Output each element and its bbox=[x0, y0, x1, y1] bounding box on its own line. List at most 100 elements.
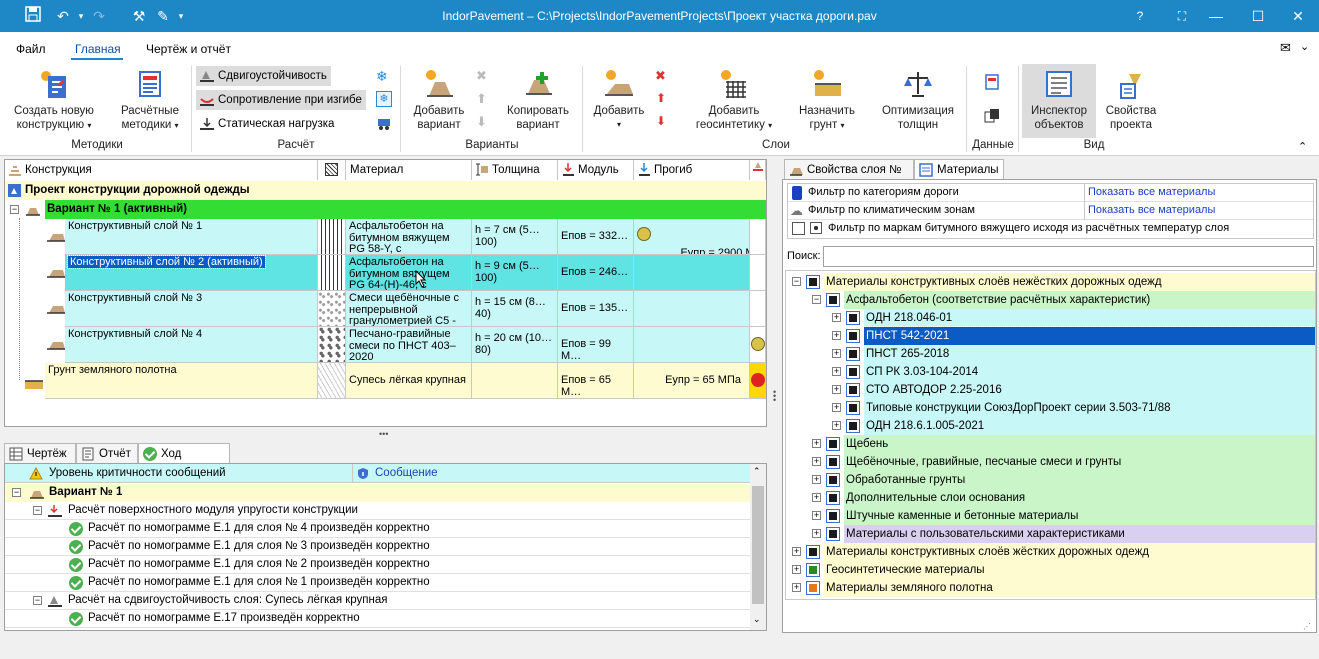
material-category[interactable]: + Обработанные грунты bbox=[786, 471, 1315, 489]
material-category-root[interactable]: + Материалы конструктивных слоёв жёстких… bbox=[786, 543, 1315, 561]
bending-resistance-button[interactable]: Сопротивление при изгибе bbox=[196, 90, 366, 110]
scroll-thumb[interactable] bbox=[752, 486, 764, 604]
delete-layer-icon[interactable]: ✖ bbox=[655, 68, 666, 84]
log-item[interactable]: Расчёт по номограмме Е.1 для слоя № 3 пр… bbox=[5, 538, 750, 556]
scroll-down-icon[interactable]: ⌄ bbox=[753, 614, 761, 625]
filter-road-category[interactable]: Фильтр по категориям дороги Показать все… bbox=[788, 184, 1313, 202]
layer-down-icon[interactable]: ⬇ bbox=[656, 114, 666, 128]
header-material[interactable]: Материал bbox=[346, 160, 472, 180]
show-all-materials-link[interactable]: Показать все материалы bbox=[1088, 204, 1215, 216]
tab-home[interactable]: Главная bbox=[75, 42, 121, 56]
scroll-up-icon[interactable]: ⌃ bbox=[753, 466, 761, 477]
minimize-button[interactable]: — bbox=[1194, 0, 1238, 32]
ribbon-options-icon[interactable]: ⌄ bbox=[1300, 40, 1309, 53]
tab-materials[interactable]: Материалы bbox=[914, 159, 1004, 180]
collapse-ribbon-icon[interactable]: ⌃ bbox=[1298, 140, 1307, 153]
material-category[interactable]: + Щебень bbox=[786, 435, 1315, 453]
collapse-toggle[interactable]: − bbox=[33, 596, 42, 605]
optimize-thickness-button[interactable]: Оптимизация толщин bbox=[874, 68, 962, 132]
expand-toggle[interactable]: + bbox=[792, 583, 801, 592]
material-category[interactable]: + Щебёночные, гравийные, песчаные смеси … bbox=[786, 453, 1315, 471]
layer-row[interactable]: Конструктивный слой № 4 Песчано-гравийны… bbox=[5, 327, 766, 363]
material-category[interactable]: + Материалы с пользовательскими характер… bbox=[786, 525, 1315, 543]
binder-filter-checkbox[interactable] bbox=[792, 222, 805, 235]
material-standard[interactable]: + Типовые конструкции СоюзДорПроект сери… bbox=[786, 399, 1315, 417]
log-item[interactable]: Расчёт по номограмме Е.1 для слоя № 4 пр… bbox=[5, 520, 750, 538]
shear-resistance-button[interactable]: Сдвигоустойчивость bbox=[196, 66, 331, 86]
expand-toggle[interactable]: − bbox=[812, 295, 821, 304]
add-geosynthetic-button[interactable]: Добавить геосинтетику ▾ bbox=[688, 68, 780, 133]
material-standard[interactable]: + ОДН 218.046-01 bbox=[786, 309, 1315, 327]
layer-row[interactable]: Конструктивный слой № 1 Асфальтобетон на… bbox=[5, 219, 766, 255]
log-scrollbar[interactable]: ⌃ ⌄ bbox=[750, 464, 766, 630]
log-item[interactable]: Расчёт по номограмме Е.17 произведён кор… bbox=[5, 610, 750, 628]
material-category[interactable]: + Дополнительные слои основания bbox=[786, 489, 1315, 507]
filter-climate-zone[interactable]: ☁ Фильтр по климатическим зонам Показать… bbox=[788, 202, 1313, 220]
tab-drawing[interactable]: Чертёж bbox=[4, 443, 76, 463]
expand-toggle[interactable]: + bbox=[812, 457, 821, 466]
expand-toggle[interactable]: + bbox=[812, 493, 821, 502]
expand-toggle[interactable]: + bbox=[832, 349, 841, 358]
expand-toggle[interactable]: + bbox=[832, 313, 841, 322]
collapse-toggle[interactable]: − bbox=[12, 488, 21, 497]
expand-toggle[interactable]: + bbox=[832, 331, 841, 340]
expand-toggle[interactable]: + bbox=[792, 547, 801, 556]
resize-grip[interactable]: ⋰ bbox=[1303, 622, 1311, 631]
log-col-message[interactable]: Сообщение bbox=[375, 467, 438, 479]
expand-toggle[interactable]: + bbox=[812, 529, 821, 538]
expand-toggle[interactable]: + bbox=[832, 403, 841, 412]
data-card-icon[interactable] bbox=[984, 74, 1000, 90]
layer-thickness[interactable]: h = 20 см (10…80) bbox=[472, 327, 558, 363]
layer-thickness[interactable]: h = 9 см (5…100) bbox=[472, 255, 558, 291]
frost-icon[interactable]: ❄ bbox=[376, 68, 388, 85]
log-item[interactable]: Расчёт по номограмме Е.1 для слоя № 1 пр… bbox=[5, 574, 750, 592]
maximize-button[interactable]: ☐ bbox=[1236, 0, 1280, 32]
expand-toggle[interactable]: + bbox=[812, 439, 821, 448]
material-category-root[interactable]: − Материалы конструктивных слоёв нежёстк… bbox=[786, 273, 1315, 291]
header-status[interactable] bbox=[750, 160, 766, 180]
header-hatch[interactable] bbox=[318, 160, 346, 180]
material-category-root[interactable]: + Материалы земляного полотна bbox=[786, 579, 1315, 597]
project-properties-button[interactable]: Свойства проекта bbox=[1100, 68, 1162, 132]
layer-thickness[interactable]: h = 15 см (8…40) bbox=[472, 291, 558, 327]
collapse-toggle[interactable]: − bbox=[33, 506, 42, 515]
header-construction[interactable]: Конструкция bbox=[5, 160, 318, 180]
header-modulus[interactable]: Модуль bbox=[558, 160, 634, 180]
search-input[interactable] bbox=[823, 246, 1314, 267]
data-copy-icon[interactable] bbox=[984, 108, 1000, 124]
close-button[interactable]: ✕ bbox=[1276, 0, 1319, 32]
layer-thickness[interactable]: h = 7 см (5…100) bbox=[472, 219, 558, 255]
collapse-toggle[interactable]: − bbox=[10, 205, 19, 214]
material-category[interactable]: + Штучные каменные и бетонные материалы bbox=[786, 507, 1315, 525]
tab-drawing-report[interactable]: Чертёж и отчёт bbox=[146, 42, 231, 56]
soil-row[interactable]: Грунт земляного полотна Супесь лёгкая кр… bbox=[5, 363, 766, 399]
show-all-materials-link[interactable]: Показать все материалы bbox=[1088, 186, 1215, 198]
object-inspector-button[interactable]: Инспектор объектов bbox=[1022, 64, 1096, 138]
material-standard[interactable]: + СТО АВТОДОР 2.25-2016 bbox=[786, 381, 1315, 399]
material-standard[interactable]: + ПНСТ 265-2018 bbox=[786, 345, 1315, 363]
assign-soil-button[interactable]: Назначить грунт ▾ bbox=[792, 68, 862, 133]
material-standard[interactable]: + ОДН 218.6.1.005-2021 bbox=[786, 417, 1315, 435]
material-standard[interactable]: + ПНСТ 542-2021 bbox=[786, 326, 1315, 346]
add-layer-button[interactable]: Добавить ▾ bbox=[588, 68, 650, 132]
expand-toggle[interactable]: + bbox=[812, 475, 821, 484]
calc-methods-button[interactable]: Расчётные методики ▾ bbox=[112, 68, 188, 133]
copy-variant-button[interactable]: Копировать вариант bbox=[500, 68, 576, 132]
log-item[interactable]: Расчёт по номограмме Е.1 для слоя № 2 пр… bbox=[5, 556, 750, 574]
material-standard[interactable]: + СП РК 3.03-104-2014 bbox=[786, 363, 1315, 381]
splitter-grip-vertical[interactable]: • • • bbox=[773, 388, 776, 405]
tab-file[interactable]: Файл bbox=[16, 42, 46, 56]
header-deflection[interactable]: Прогиб bbox=[634, 160, 750, 180]
log-group-row[interactable]: − Расчёт поверхностного модуля упругости… bbox=[5, 502, 750, 520]
help-icon[interactable]: ? bbox=[1118, 0, 1162, 32]
create-construction-button[interactable]: Создать новую конструкцию ▾ bbox=[6, 68, 102, 133]
log-col-severity[interactable]: Уровень критичности сообщений bbox=[49, 467, 226, 479]
layer-row[interactable]: Конструктивный слой № 2 (активный) Асфал… bbox=[5, 255, 766, 291]
expand-toggle[interactable]: + bbox=[832, 385, 841, 394]
log-variant-row[interactable]: − Вариант № 1 bbox=[5, 484, 750, 502]
variant-row[interactable]: − Вариант № 1 (активный) bbox=[5, 200, 766, 219]
add-variant-button[interactable]: Добавить вариант bbox=[404, 68, 474, 132]
vehicle-icon[interactable] bbox=[377, 116, 391, 130]
expand-toggle[interactable]: + bbox=[792, 565, 801, 574]
static-load-button[interactable]: Статическая нагрузка bbox=[196, 114, 338, 134]
